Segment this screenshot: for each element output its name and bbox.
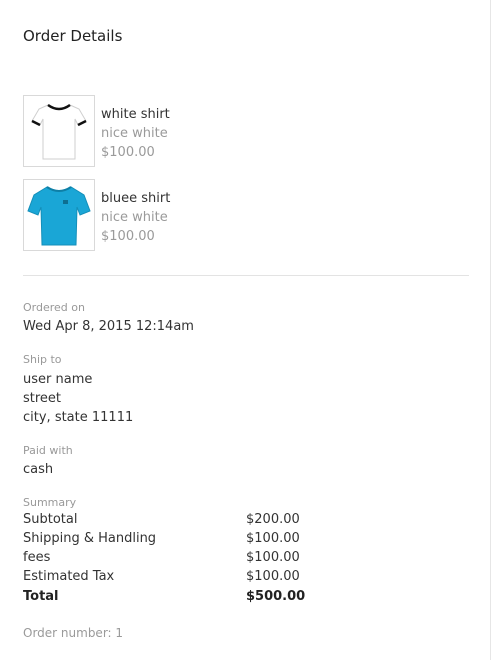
product-description: nice white (101, 126, 168, 141)
summary-row-label: Estimated Tax (23, 569, 115, 584)
white-shirt-image (31, 103, 87, 160)
ordered-on-value: Wed Apr 8, 2015 12:14am (23, 319, 194, 334)
summary-row-value: $100.00 (246, 550, 300, 565)
product-thumbnail[interactable] (23, 179, 95, 251)
summary-row-fees: fees $100.00 (23, 550, 303, 569)
ordered-on-label: Ordered on (23, 301, 85, 314)
summary-total-value: $500.00 (246, 589, 306, 604)
ship-to-label: Ship to (23, 353, 62, 366)
summary-row-label: Subtotal (23, 512, 78, 527)
ship-to-name: user name (23, 372, 93, 387)
page-title: Order Details (23, 27, 123, 45)
product-price: $100.00 (101, 145, 155, 160)
summary-row-label: Shipping & Handling (23, 531, 157, 546)
summary-row-label: fees (23, 550, 51, 565)
product-price: $100.00 (101, 229, 155, 244)
summary-row-value: $100.00 (246, 569, 300, 584)
product-item[interactable]: white shirt nice white $100.00 (23, 95, 323, 167)
product-description: nice white (101, 210, 168, 225)
ship-to-street: street (23, 391, 62, 406)
summary-row-tax: Estimated Tax $100.00 (23, 569, 303, 588)
ship-to-city: city, state 11111 (23, 410, 134, 425)
summary-row-total: Total $500.00 (23, 589, 306, 608)
summary-row-value: $100.00 (246, 531, 300, 546)
paid-with-value: cash (23, 462, 54, 477)
order-details-panel: Order Details white shirt nice white $10… (0, 0, 491, 660)
section-divider (23, 275, 469, 276)
product-thumbnail[interactable] (23, 95, 95, 167)
product-item[interactable]: bluee shirt nice white $100.00 (23, 179, 323, 251)
summary-label: Summary (23, 496, 77, 509)
summary-total-label: Total (23, 589, 59, 604)
blue-shirt-image (27, 186, 91, 246)
paid-with-label: Paid with (23, 444, 73, 457)
summary-row-value: $200.00 (246, 512, 300, 527)
order-number: Order number: 1 (23, 626, 124, 640)
product-name: white shirt (101, 107, 170, 122)
product-name: bluee shirt (101, 191, 171, 206)
summary-row-shipping: Shipping & Handling $100.00 (23, 531, 303, 550)
summary-row-subtotal: Subtotal $200.00 (23, 512, 303, 531)
